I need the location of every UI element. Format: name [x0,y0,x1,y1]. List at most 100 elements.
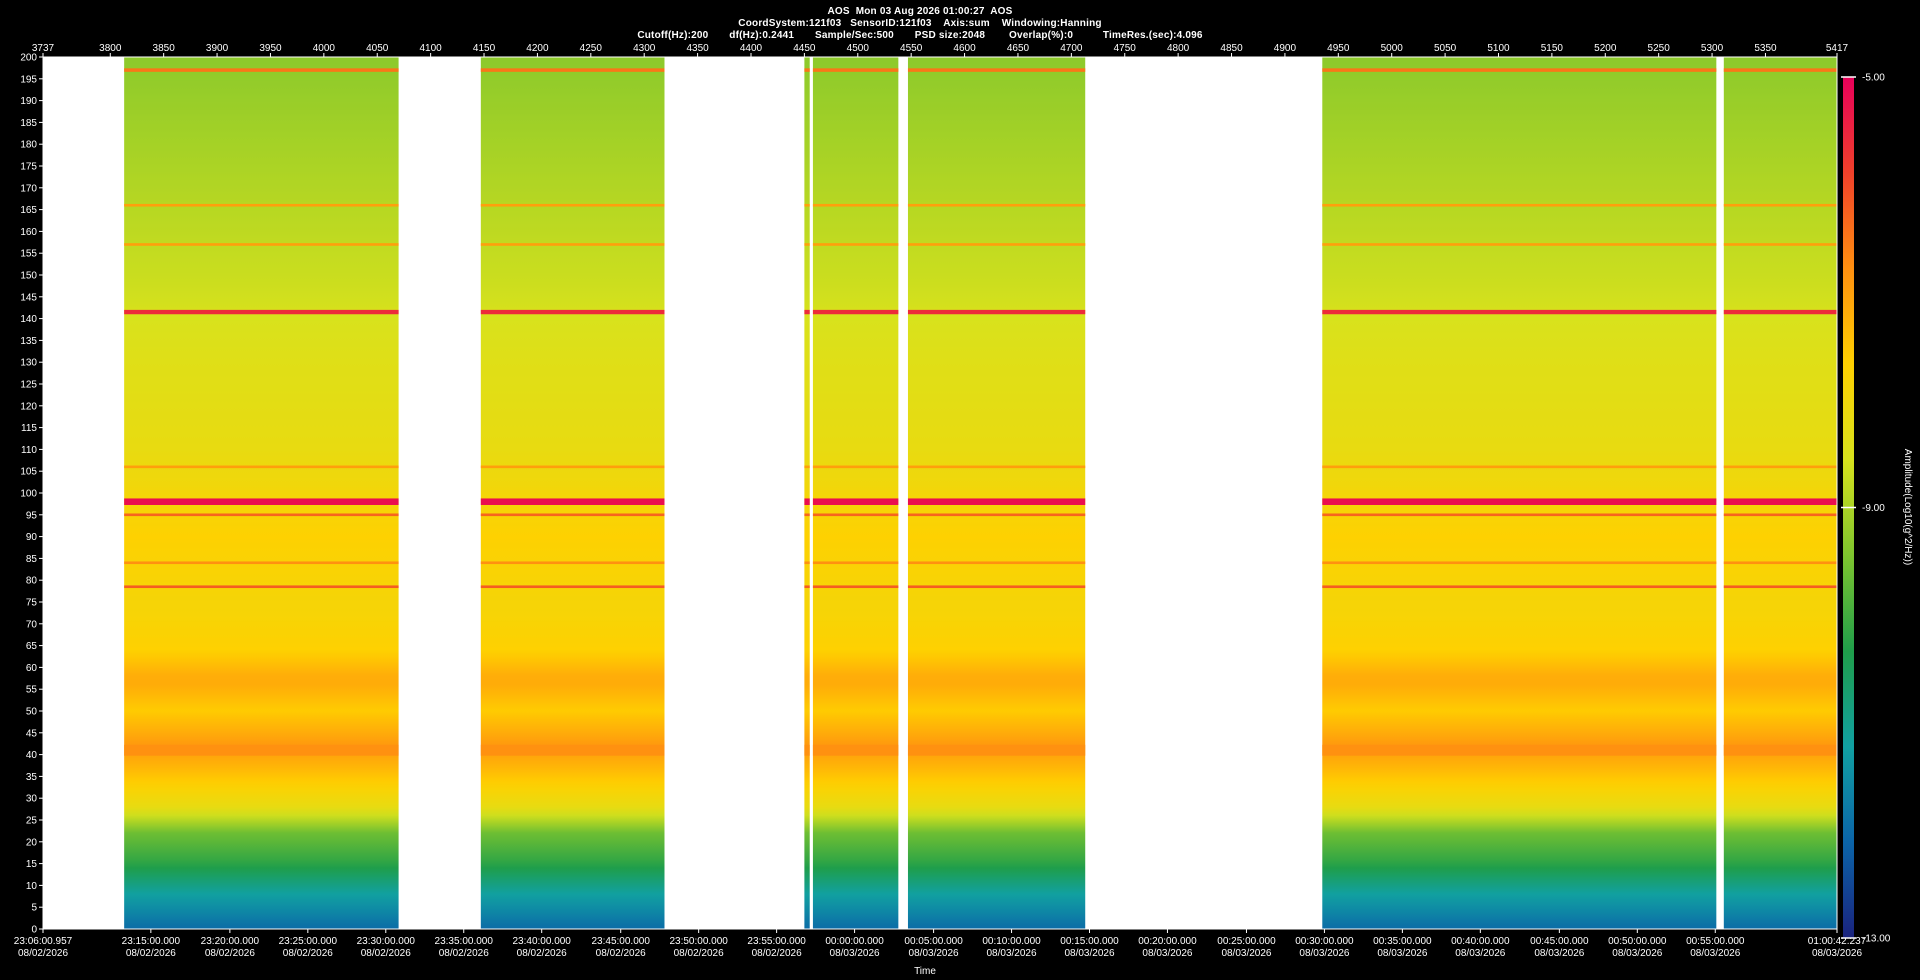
spectral-line-141.5hz [1322,309,1717,315]
bottom-tick-time: 00:25:00.000 [1217,936,1276,947]
y-tick-label: 175 [20,162,37,173]
top-tick-label: 4200 [526,43,549,54]
y-tick-label: 45 [26,728,38,739]
y-tick-label: 195 [20,74,37,85]
y-tick-label: 50 [26,707,38,718]
top-tick-label: 4150 [473,43,496,54]
y-tick-label: 70 [26,619,38,630]
spectral-line-95hz [124,513,399,517]
spectral-line-166hz [480,203,665,207]
spectral-line-166hz [1723,203,1837,207]
spectral-line-98hz [1322,498,1717,505]
bottom-tick-time: 23:40:00.000 [512,936,571,947]
spectral-line-41hz [124,744,399,756]
y-tick-label: 185 [20,118,37,129]
bottom-tick-time: 00:45:00.000 [1530,936,1589,947]
spectral-line-78.5hz [124,585,399,589]
top-tick-label: 4600 [953,43,976,54]
spectral-line-106hz [1322,465,1717,469]
y-tick-label: 90 [26,532,38,543]
spectral-line-106hz [124,465,399,469]
bottom-tick-time: 23:55:00.000 [747,936,806,947]
bottom-tick-time: 00:15:00.000 [1060,936,1119,947]
bottom-tick-time: 00:05:00.000 [904,936,963,947]
top-tick-label: 5417 [1826,43,1849,54]
y-tick-label: 130 [20,358,37,369]
top-tick-label: 3800 [99,43,122,54]
spectral-line-197hz [1723,68,1837,72]
spectral-line-98hz [804,498,810,505]
spectral-line-157hz [124,243,399,246]
colorbar: -5.00 -9.00 -13.00 Amplitude(Log10(g^2/Hz)) [1841,73,1913,945]
bottom-tick-date: 08/02/2026 [126,948,176,959]
y-tick-label: 150 [20,271,37,282]
top-tick-label: 4450 [793,43,816,54]
data-segment-2 [480,57,665,929]
bottom-tick-date: 08/03/2026 [830,948,880,959]
spectral-line-78.5hz [480,585,665,589]
y-tick-label: 145 [20,292,37,303]
x-axis-label: Time [914,966,936,977]
top-tick-label: 4650 [1007,43,1030,54]
y-tick-label: 85 [26,554,38,565]
bottom-tick-date: 08/03/2026 [1612,948,1662,959]
bottom-tick-date: 08/02/2026 [517,948,567,959]
y-tick-label: 125 [20,380,37,391]
spectral-line-197hz [804,68,810,72]
bottom-tick-time: 23:35:00.000 [435,936,494,947]
y-tick-label: 80 [26,576,38,587]
spectral-line-41hz [480,744,665,756]
data-segment-7 [1723,57,1837,929]
spectral-line-197hz [124,68,399,72]
bottom-tick-date: 08/03/2026 [1534,948,1584,959]
spectral-line-98hz [1723,498,1837,505]
bottom-tick-time: 23:25:00.000 [279,936,338,947]
spectral-line-106hz [804,465,810,469]
bottom-tick-time: 00:10:00.000 [982,936,1041,947]
top-tick-label: 4250 [580,43,603,54]
bottom-tick-date: 08/02/2026 [18,948,68,959]
top-tick-label: 5000 [1381,43,1404,54]
spectral-line-78.5hz [804,585,810,589]
bottom-tick-time: 23:06:00.957 [14,936,73,947]
bottom-tick-date: 08/03/2026 [909,948,959,959]
data-segment-4 [812,57,899,929]
y-tick-label: 170 [20,183,37,194]
spectral-line-84hz [1723,561,1837,565]
bottom-tick-time: 00:00:00.000 [825,936,884,947]
spectral-line-78.5hz [812,585,899,589]
colorbar-label: Amplitude(Log10(g^2/Hz)) [1902,449,1913,565]
spectral-line-197hz [1322,68,1717,72]
spectral-line-78.5hz [1723,585,1837,589]
top-tick-label: 4800 [1167,43,1190,54]
spectral-line-41hz [907,744,1086,756]
top-tick-label: 5350 [1754,43,1777,54]
spectral-line-166hz [907,203,1086,207]
y-tick-label: 180 [20,140,37,151]
spectral-line-95hz [1322,513,1717,517]
top-tick-label: 5250 [1648,43,1671,54]
top-tick-label: 4100 [420,43,443,54]
spectral-line-141.5hz [907,309,1086,315]
bottom-tick-date: 08/02/2026 [205,948,255,959]
spectral-line-84hz [480,561,665,565]
spectral-line-84hz [124,561,399,565]
spectral-line-98hz [124,498,399,505]
bottom-tick-time: 23:50:00.000 [669,936,728,947]
y-tick-label: 100 [20,489,37,500]
bottom-tick-time: 23:45:00.000 [592,936,651,947]
bottom-tick-date: 08/03/2026 [1455,948,1505,959]
spectral-line-41hz [804,744,810,756]
bottom-tick-time: 23:15:00.000 [122,936,181,947]
colorbar-tick-label: -13.00 [1862,934,1891,945]
spectral-line-95hz [1723,513,1837,517]
spectral-line-41hz [812,744,899,756]
y-tick-label: 110 [21,445,37,456]
spectral-line-95hz [804,513,810,517]
spectral-line-78.5hz [1322,585,1717,589]
colorbar-tick-label: -9.00 [1862,503,1885,514]
y-tick-label: 120 [20,401,37,412]
y-tick-label: 140 [20,314,37,325]
spectral-line-95hz [812,513,899,517]
spectral-line-141.5hz [124,309,399,315]
